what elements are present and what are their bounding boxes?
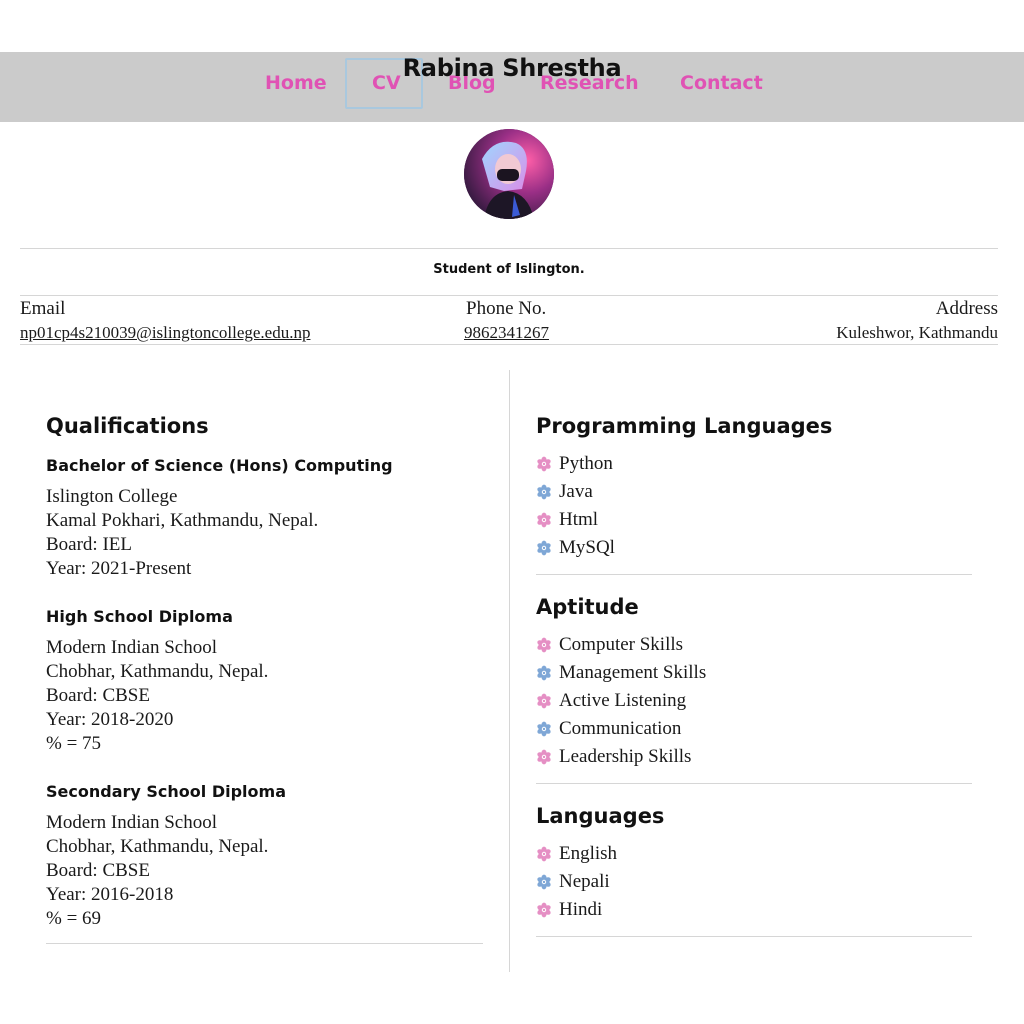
qualification-line: Board: IEL: [46, 534, 133, 555]
skills-section: Programming Languages Python Java Html M…: [536, 414, 972, 957]
divider-contact-bottom: [20, 344, 998, 345]
flower-icon: [536, 637, 552, 653]
list-item: Hindi: [536, 896, 972, 924]
qualification-line: Chobhar, Kathmandu, Nepal.: [46, 661, 269, 682]
flower-icon: [536, 512, 552, 528]
qualification-line: Kamal Pokhari, Kathmandu, Nepal.: [46, 510, 319, 531]
qualification-line: Islington College: [46, 486, 178, 507]
flower-icon: [536, 693, 552, 709]
flower-icon: [536, 540, 552, 556]
list-item: Computer Skills: [536, 631, 972, 659]
qualification-line: Chobhar, Kathmandu, Nepal.: [46, 836, 269, 857]
list-item: Leadership Skills: [536, 743, 972, 771]
navbar: Home CV Blog Research Contact Rabina Shr…: [0, 52, 1024, 122]
skills-heading-aptitude: Aptitude: [536, 595, 639, 619]
qualification-line: Year: 2018-2020: [46, 709, 174, 730]
divider-top: [20, 248, 998, 249]
flower-icon: [536, 749, 552, 765]
list-item: English: [536, 840, 972, 868]
phone-label: Phone No.: [466, 298, 547, 319]
qualification-line: Modern Indian School: [46, 637, 217, 658]
profile-subtitle: Student of Islington.: [433, 262, 585, 277]
site-title: Rabina Shrestha: [402, 54, 622, 82]
list-item: Java: [536, 478, 972, 506]
skills-divider: [536, 936, 972, 937]
skill-item: Java: [559, 481, 593, 502]
list-item: Management Skills: [536, 659, 972, 687]
address-value: Kuleshwor, Kathmandu: [836, 323, 998, 342]
qualification-item: Bachelor of Science (Hons) Computing Isl…: [46, 456, 483, 581]
list-item: Active Listening: [536, 687, 972, 715]
qualification-line: % = 69: [46, 908, 102, 929]
skill-item: Nepali: [559, 871, 610, 892]
skill-list-languages: English Nepali Hindi: [536, 840, 972, 924]
skill-item: MySQl: [559, 537, 615, 558]
qualification-title: High School Diploma: [46, 607, 233, 626]
list-item: Python: [536, 450, 972, 478]
profile-photo-icon: [464, 129, 554, 219]
qualification-line: Modern Indian School: [46, 812, 217, 833]
qualification-line: Board: CBSE: [46, 860, 150, 881]
avatar: [464, 129, 554, 219]
skill-item: Python: [559, 453, 613, 474]
qualification-item: High School Diploma Modern Indian School…: [46, 607, 483, 756]
qualification-item: Secondary School Diploma Modern Indian S…: [46, 782, 483, 931]
qualifications-section: Qualifications Bachelor of Science (Hons…: [46, 414, 483, 964]
skill-item: Leadership Skills: [559, 746, 692, 767]
qualification-line: Board: CBSE: [46, 685, 150, 706]
skill-item: Hindi: [559, 899, 603, 920]
flower-icon: [536, 902, 552, 918]
skill-item: Html: [559, 509, 599, 530]
list-item: Html: [536, 506, 972, 534]
email-link[interactable]: np01cp4s210039@islingtoncollege.edu.np: [20, 323, 310, 343]
flower-icon: [536, 665, 552, 681]
divider-contact-top: [20, 295, 998, 296]
skill-item: Communication: [559, 718, 682, 739]
skill-item: English: [559, 843, 618, 864]
column-divider: [509, 370, 510, 972]
flower-icon: [536, 721, 552, 737]
skills-heading-programming: Programming Languages: [536, 414, 833, 438]
qualifications-heading: Qualifications: [46, 414, 209, 438]
skill-item: Active Listening: [559, 690, 687, 711]
flower-icon: [536, 456, 552, 472]
list-item: Nepali: [536, 868, 972, 896]
skills-divider: [536, 783, 972, 784]
qualification-line: Year: 2016-2018: [46, 884, 174, 905]
email-label: Email: [20, 298, 66, 319]
flower-icon: [536, 874, 552, 890]
skill-item: Computer Skills: [559, 634, 684, 655]
qualification-title: Bachelor of Science (Hons) Computing: [46, 456, 393, 475]
address-label: Address: [935, 298, 998, 319]
skill-item: Management Skills: [559, 662, 707, 683]
phone-link[interactable]: 9862341267: [464, 323, 549, 343]
qualification-line: % = 75: [46, 733, 102, 754]
flower-icon: [536, 846, 552, 862]
flower-icon: [536, 484, 552, 500]
skill-list-programming: Python Java Html MySQl: [536, 450, 972, 562]
skills-divider: [536, 574, 972, 575]
qualifications-divider: [46, 943, 483, 944]
list-item: MySQl: [536, 534, 972, 562]
skill-list-aptitude: Computer Skills Management Skills Active…: [536, 631, 972, 771]
qualification-title: Secondary School Diploma: [46, 782, 286, 801]
qualification-line: Year: 2021-Present: [46, 558, 192, 579]
list-item: Communication: [536, 715, 972, 743]
skills-heading-languages: Languages: [536, 804, 665, 828]
